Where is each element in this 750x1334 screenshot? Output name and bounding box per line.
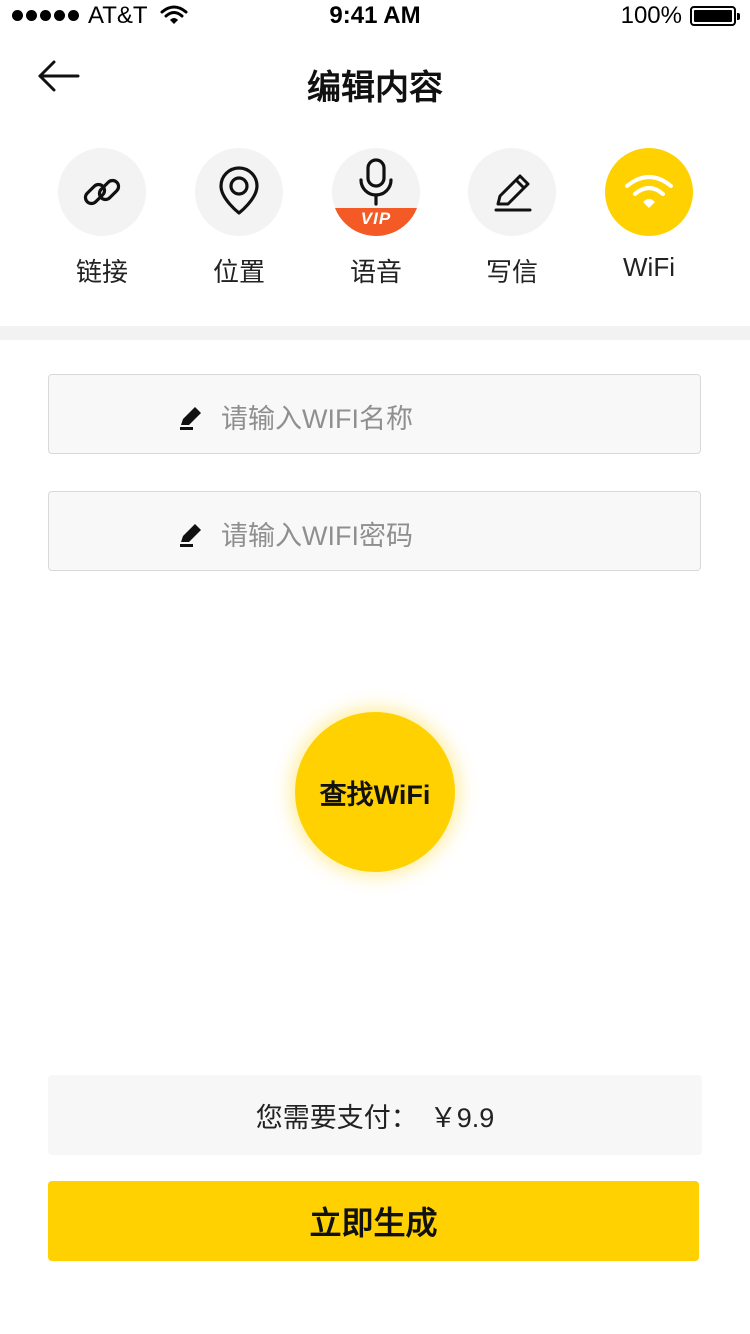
tab-wifi[interactable]: WiFi xyxy=(594,148,704,283)
tab-label: 语音 xyxy=(349,257,402,287)
microphone-icon xyxy=(359,158,393,206)
tab-location[interactable]: 位置 xyxy=(184,148,294,289)
generate-button[interactable]: 立即生成 xyxy=(48,1181,699,1261)
vip-badge-label: VIP xyxy=(360,209,392,228)
pencil-icon xyxy=(180,407,201,430)
tab-letter-circle xyxy=(468,148,556,236)
pencil-icon xyxy=(494,174,532,212)
tab-letter[interactable]: 写信 xyxy=(457,148,567,289)
tab-link[interactable]: 链接 xyxy=(47,148,157,289)
vip-badge: VIP xyxy=(332,208,420,236)
battery-icon xyxy=(690,6,740,26)
wifi-name-placeholder: 请输入WIFI名称 xyxy=(221,404,413,434)
tab-label: 写信 xyxy=(485,257,538,287)
tab-label: 位置 xyxy=(212,257,265,287)
wifi-password-field[interactable]: 请输入WIFI密码 xyxy=(48,491,701,571)
tab-wifi-circle xyxy=(605,148,693,236)
section-divider xyxy=(0,326,750,340)
find-wifi-button[interactable]: 查找WiFi xyxy=(295,712,455,872)
battery-percentage: 100% xyxy=(620,2,682,29)
page-title: 编辑内容 xyxy=(307,69,443,107)
tab-label: 链接 xyxy=(75,257,128,287)
pencil-icon xyxy=(180,524,201,547)
tab-voice-circle: VIP xyxy=(332,148,420,236)
status-bar: AT&T 9:41 AM 100% xyxy=(0,0,750,40)
tab-voice[interactable]: VIP 语音 xyxy=(321,148,431,289)
payment-summary: 您需要支付： ￥9.9 xyxy=(48,1075,702,1155)
wifi-icon xyxy=(625,175,673,208)
payment-label: 您需要支付： xyxy=(255,1102,418,1133)
tab-location-circle xyxy=(195,148,283,236)
wifi-name-field[interactable]: 请输入WIFI名称 xyxy=(48,374,701,454)
wifi-password-placeholder: 请输入WIFI密码 xyxy=(221,521,413,551)
tab-label: WiFi xyxy=(623,252,675,282)
tab-link-circle xyxy=(58,148,146,236)
location-pin-icon xyxy=(219,166,259,215)
link-icon xyxy=(83,178,121,206)
payment-amount: ￥9.9 xyxy=(429,1102,495,1133)
